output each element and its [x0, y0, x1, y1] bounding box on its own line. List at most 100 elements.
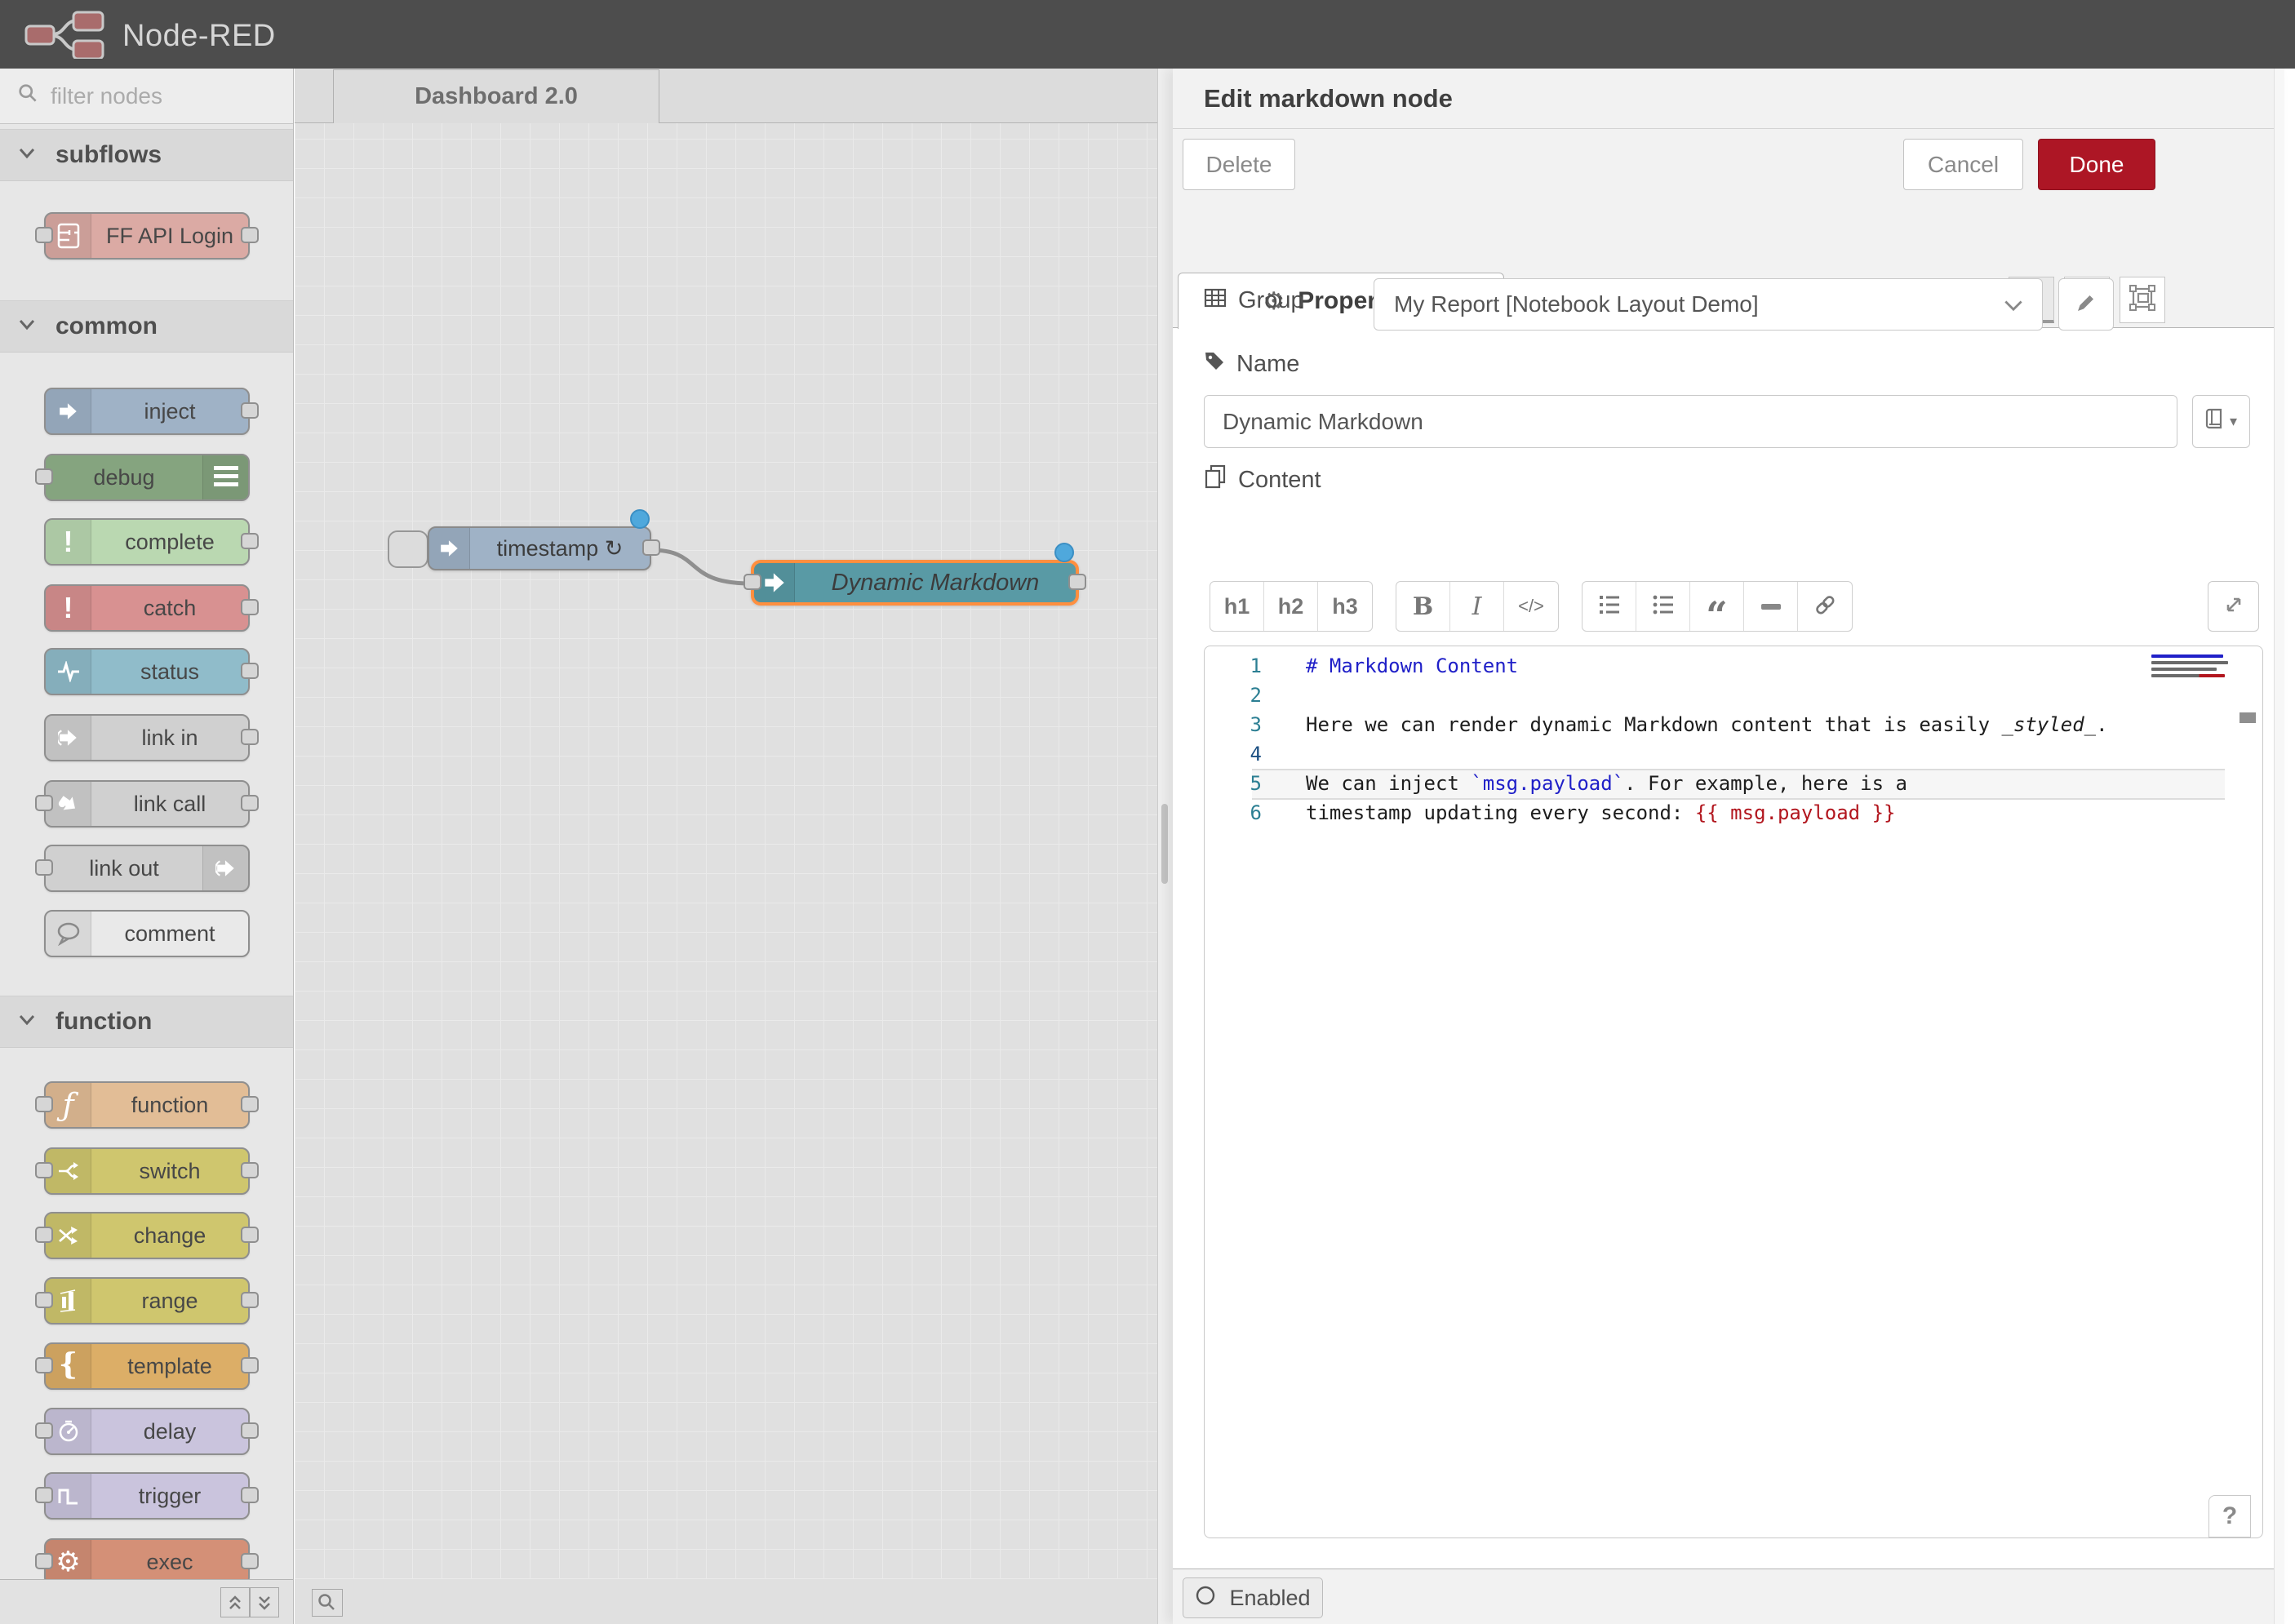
output-port[interactable] — [241, 795, 259, 811]
input-port[interactable] — [744, 574, 761, 590]
table-icon — [1204, 287, 1227, 314]
panel-resize-handle[interactable] — [1157, 69, 1173, 1624]
output-port[interactable] — [241, 729, 259, 745]
output-port[interactable] — [241, 1357, 259, 1373]
palette-node-range[interactable]: range — [44, 1277, 250, 1324]
workspace-canvas[interactable]: Dashboard 2.0 timestamp ↻ Dynamic Markdo… — [295, 69, 1157, 1624]
input-port[interactable] — [35, 1422, 53, 1439]
palette-node-trigger[interactable]: trigger — [44, 1472, 250, 1520]
name-type-button[interactable]: ▾ — [2192, 395, 2250, 448]
input-port[interactable] — [35, 1096, 53, 1112]
palette-node-complete[interactable]: ! complete — [44, 518, 250, 566]
input-port[interactable] — [35, 859, 53, 876]
filter-nodes-input[interactable] — [51, 83, 255, 109]
palette-node-label: debug — [46, 455, 202, 499]
edit-group-button[interactable] — [2058, 278, 2114, 331]
output-port[interactable] — [241, 1553, 259, 1569]
palette-node-catch[interactable]: ! catch — [44, 584, 250, 632]
palette-node-ff-api-login[interactable]: FF API Login — [44, 212, 250, 260]
ordered-list-button[interactable] — [1583, 582, 1636, 631]
h2-button[interactable]: h2 — [1264, 582, 1318, 631]
panel-button-row: Delete Cancel Done — [1173, 129, 2284, 196]
editor-help-button[interactable]: ? — [2208, 1495, 2251, 1537]
palette-node-template[interactable]: { template — [44, 1342, 250, 1390]
expand-editor-button[interactable] — [2208, 581, 2259, 632]
palette-node-link-in[interactable]: link in — [44, 714, 250, 761]
palette-node-link-call[interactable]: link call — [44, 780, 250, 828]
palette-node-inject[interactable]: inject — [44, 388, 250, 435]
bold-button[interactable]: B — [1396, 582, 1450, 631]
palette-node-label: inject — [91, 389, 248, 433]
group-select[interactable]: My Report [Notebook Layout Demo] — [1374, 278, 2043, 331]
output-port[interactable] — [241, 1162, 259, 1178]
unordered-list-button[interactable] — [1636, 582, 1690, 631]
inject-trigger-button[interactable] — [388, 530, 428, 568]
palette-node-function[interactable]: ƒ function — [44, 1081, 250, 1129]
done-button[interactable]: Done — [2038, 139, 2155, 190]
palette-node-link-out[interactable]: link out — [44, 845, 250, 892]
palette-node-delay[interactable]: delay — [44, 1408, 250, 1455]
palette-node-switch[interactable]: switch — [44, 1147, 250, 1195]
output-port[interactable] — [241, 1422, 259, 1439]
output-port[interactable] — [241, 663, 259, 679]
palette-node-label: function — [91, 1083, 248, 1127]
flow-tab-dashboard-2[interactable]: Dashboard 2.0 — [333, 69, 659, 123]
input-port[interactable] — [35, 1357, 53, 1373]
input-port[interactable] — [35, 1487, 53, 1503]
expand-categories-button[interactable] — [250, 1587, 279, 1617]
output-port[interactable] — [241, 1292, 259, 1308]
panel-scrollbar-track[interactable] — [2274, 69, 2284, 1624]
output-port[interactable] — [241, 1487, 259, 1503]
h3-button[interactable]: h3 — [1318, 582, 1372, 631]
output-port[interactable] — [241, 402, 259, 419]
collapse-categories-button[interactable] — [220, 1587, 250, 1617]
palette-node-label: change — [91, 1214, 248, 1258]
divider-scrollbar-thumb[interactable] — [1161, 804, 1168, 884]
palette-node-label: FF API Login — [91, 214, 248, 258]
cancel-button[interactable]: Cancel — [1903, 139, 2023, 190]
input-port[interactable] — [35, 1553, 53, 1569]
palette-node-status[interactable]: status — [44, 648, 250, 695]
enabled-toggle-button[interactable]: Enabled — [1183, 1577, 1323, 1618]
palette-node-change[interactable]: change — [44, 1212, 250, 1259]
canvas-node-dynamic-markdown[interactable]: Dynamic Markdown — [751, 560, 1079, 606]
flow-grid[interactable]: timestamp ↻ Dynamic Markdown — [295, 123, 1157, 1579]
output-port[interactable] — [241, 1227, 259, 1243]
output-port[interactable] — [1068, 574, 1086, 590]
input-port[interactable] — [35, 795, 53, 811]
insert-link-button[interactable] — [1798, 582, 1852, 631]
output-port[interactable] — [642, 539, 660, 556]
palette-section-common[interactable]: common — [0, 300, 293, 353]
delete-button[interactable]: Delete — [1183, 139, 1295, 190]
palette-section-subflows[interactable]: subflows — [0, 129, 293, 181]
node-appearance-button[interactable] — [2120, 277, 2165, 323]
input-port[interactable] — [35, 1292, 53, 1308]
palette-node-label: link out — [46, 846, 202, 890]
line-number-current: 4 — [1205, 743, 1262, 765]
output-port[interactable] — [241, 533, 259, 549]
italic-button[interactable]: I — [1450, 582, 1504, 631]
line-number: 5 — [1205, 772, 1262, 795]
editor-scrollbar-thumb[interactable] — [2240, 712, 2256, 723]
canvas-node-timestamp[interactable]: timestamp ↻ — [428, 526, 651, 570]
output-port[interactable] — [241, 1096, 259, 1112]
output-port[interactable] — [241, 599, 259, 615]
node-red-editor: Node-RED subflows FF API Login common — [0, 0, 2295, 1624]
h1-button[interactable]: h1 — [1210, 582, 1264, 631]
input-port[interactable] — [35, 468, 53, 485]
horizontal-rule-button[interactable] — [1744, 582, 1798, 631]
palette-node-label: comment — [91, 912, 248, 956]
input-port[interactable] — [35, 1162, 53, 1178]
input-port[interactable] — [35, 1227, 53, 1243]
output-port[interactable] — [241, 227, 259, 243]
search-icon — [18, 83, 39, 109]
markdown-content-editor[interactable]: 1 # Markdown Content 2 3 Here we can ren… — [1204, 646, 2263, 1538]
palette-section-function[interactable]: function — [0, 996, 293, 1048]
name-input[interactable] — [1204, 395, 2177, 448]
code-button[interactable]: </> — [1504, 582, 1558, 631]
palette-node-comment[interactable]: comment — [44, 910, 250, 957]
search-flows-button[interactable] — [312, 1589, 343, 1617]
palette-node-debug[interactable]: debug — [44, 454, 250, 501]
blockquote-button[interactable]: “ — [1690, 582, 1744, 631]
input-port[interactable] — [35, 227, 53, 243]
